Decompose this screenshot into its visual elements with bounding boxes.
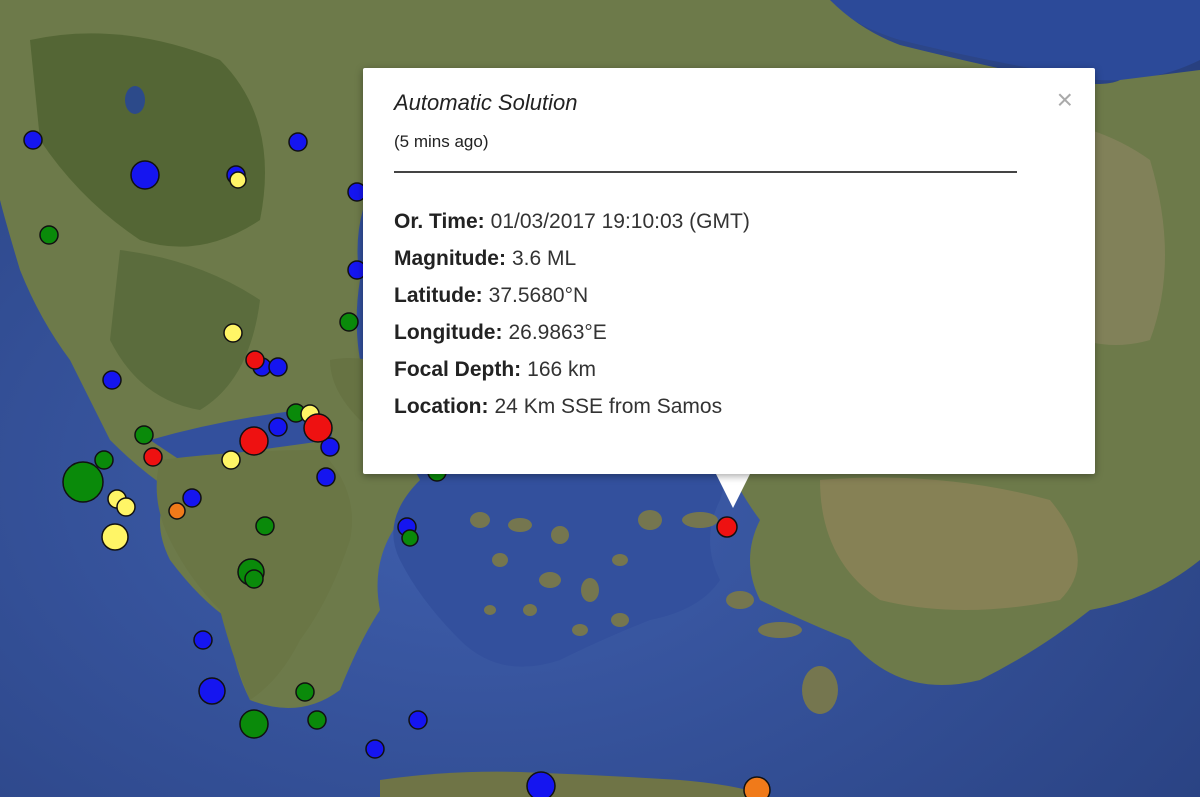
quake-marker-yellow: [116, 497, 136, 517]
quake-marker-red: [143, 447, 163, 467]
quake-marker-green: [62, 461, 104, 503]
quake-marker-green: [339, 312, 359, 332]
field-origin-time: Or. Time: 01/03/2017 19:10:03 (GMT): [394, 207, 750, 244]
quake-marker-blue: [198, 677, 226, 705]
lake: [125, 86, 145, 114]
quake-marker-yellow: [101, 523, 129, 551]
quake-marker-green: [255, 516, 275, 536]
quake-details: Or. Time: 01/03/2017 19:10:03 (GMT) Magni…: [394, 207, 750, 429]
field-label: Magnitude:: [394, 247, 506, 270]
quake-marker-blue: [102, 370, 122, 390]
field-label: Focal Depth:: [394, 358, 522, 381]
popup-subtitle: (5 mins ago): [394, 132, 489, 151]
field-focal-depth: Focal Depth: 166 km: [394, 355, 750, 392]
quake-marker-blue: [316, 467, 336, 487]
popup-title: Automatic Solution: [394, 90, 578, 115]
quake-marker-blue: [288, 132, 308, 152]
quake-marker-selected: [716, 516, 738, 538]
quake-marker-blue: [182, 488, 202, 508]
field-latitude: Latitude: 37.5680°N: [394, 281, 750, 318]
quake-marker-blue: [193, 630, 213, 650]
field-location: Location: 24 Km SSE from Samos: [394, 392, 750, 429]
quake-marker-orange: [743, 776, 771, 797]
close-icon[interactable]: ×: [1057, 86, 1073, 114]
quake-marker-blue: [365, 739, 385, 759]
quake-marker-blue: [408, 710, 428, 730]
quake-marker-green: [401, 529, 419, 547]
quake-marker-blue: [268, 357, 288, 377]
field-label: Longitude:: [394, 321, 503, 344]
field-value: 24 Km SSE from Samos: [494, 395, 723, 418]
quake-marker-green: [244, 569, 264, 589]
quake-marker-red: [245, 350, 265, 370]
field-value: 3.6 ML: [511, 247, 577, 270]
field-value: 37.5680°N: [488, 284, 589, 307]
quake-marker-blue: [130, 160, 160, 190]
field-value: 26.9863°E: [508, 321, 607, 344]
quake-marker-green: [295, 682, 315, 702]
divider: [394, 171, 1017, 173]
quake-marker-red: [303, 413, 333, 443]
quake-marker-green: [307, 710, 327, 730]
quake-marker-blue: [23, 130, 43, 150]
field-longitude: Longitude: 26.9863°E: [394, 318, 750, 355]
quake-marker-red: [239, 426, 269, 456]
field-value: 01/03/2017 19:10:03 (GMT): [490, 210, 750, 233]
quake-marker-green: [94, 450, 114, 470]
quake-marker-orange: [168, 502, 186, 520]
info-popup: Automatic Solution (5 mins ago) × Or. Ti…: [363, 68, 1095, 474]
quake-marker-yellow: [229, 171, 247, 189]
field-value: 166 km: [527, 358, 597, 381]
field-label: Or. Time:: [394, 210, 485, 233]
quake-marker-green: [39, 225, 59, 245]
field-magnitude: Magnitude: 3.6 ML: [394, 244, 750, 281]
quake-marker-green: [134, 425, 154, 445]
quake-marker-blue: [526, 771, 556, 797]
field-label: Location:: [394, 395, 489, 418]
popup-pointer: [716, 474, 750, 508]
quake-marker-green: [239, 709, 269, 739]
quake-marker-blue: [268, 417, 288, 437]
field-label: Latitude:: [394, 284, 483, 307]
quake-marker-yellow: [223, 323, 243, 343]
quake-marker-yellow: [221, 450, 241, 470]
